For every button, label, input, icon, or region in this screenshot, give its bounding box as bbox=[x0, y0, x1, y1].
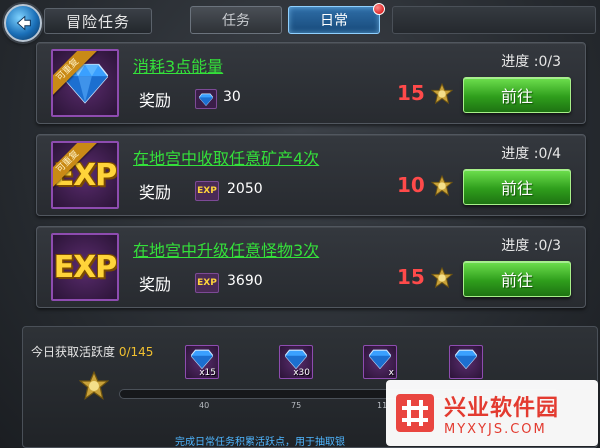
task-icon-box: EXP bbox=[51, 233, 119, 301]
reward-gem-icon bbox=[195, 89, 217, 109]
reward-value: 3690 bbox=[227, 273, 263, 289]
milestone-tick: 40 bbox=[199, 401, 210, 410]
milestone-qty: x30 bbox=[293, 368, 310, 378]
header-plate bbox=[392, 6, 596, 34]
gem-icon bbox=[455, 349, 477, 369]
reward-value: 2050 bbox=[227, 181, 263, 197]
activity-star-icon bbox=[431, 267, 453, 289]
game-screen: 冒险任务 任务 日常 可重复 消耗3点能量 进度 :0/3 奖励 30 15 前… bbox=[0, 0, 600, 448]
notification-dot bbox=[373, 3, 385, 15]
milestone-tick: 75 bbox=[291, 401, 302, 410]
activity-label: 今日获取活跃度 0/145 bbox=[31, 343, 153, 360]
task-progress: 进度 :0/4 bbox=[501, 146, 561, 162]
back-arrow-icon bbox=[16, 15, 31, 31]
gem-icon bbox=[369, 349, 391, 369]
activity-value: 0/145 bbox=[118, 345, 154, 359]
activity-label-text: 今日获取活跃度 bbox=[31, 345, 116, 359]
milestone-qty: x15 bbox=[199, 368, 216, 378]
tab-task-label: 任务 bbox=[222, 13, 250, 29]
site-watermark: 兴业软件园 MYXYJS.COM bbox=[386, 380, 598, 446]
go-button[interactable]: 前往 bbox=[463, 261, 571, 297]
go-button[interactable]: 前往 bbox=[463, 77, 571, 113]
task-title[interactable]: 在地宫中收取任意矿产4次 bbox=[133, 145, 319, 169]
activity-points: 15 bbox=[397, 81, 425, 105]
reward-label: 奖励 bbox=[139, 183, 172, 202]
task-progress: 进度 :0/3 bbox=[501, 54, 561, 70]
tab-daily[interactable]: 日常 bbox=[288, 3, 385, 34]
reward-exp-icon: EXP bbox=[195, 181, 219, 201]
tab-task[interactable]: 任务 bbox=[190, 6, 282, 34]
activity-star-icon bbox=[431, 83, 453, 105]
task-icon-box: EXP 可重复 bbox=[51, 141, 119, 209]
activity-points: 15 bbox=[397, 265, 425, 289]
milestone-chest[interactable] bbox=[449, 345, 483, 379]
task-card: EXP 可重复 在地宫中收取任意矿产4次 进度 :0/4 奖励 EXP 2050… bbox=[36, 134, 586, 216]
reward-value: 30 bbox=[223, 89, 241, 105]
task-card: 可重复 消耗3点能量 进度 :0/3 奖励 30 15 前往 bbox=[36, 42, 586, 124]
watermark-url: MYXYJS.COM bbox=[444, 421, 547, 437]
page-title: 冒险任务 bbox=[44, 8, 152, 34]
task-title[interactable]: 在地宫中升级任意怪物3次 bbox=[133, 237, 319, 261]
go-button[interactable]: 前往 bbox=[463, 169, 571, 205]
task-card: EXP 在地宫中升级任意怪物3次 进度 :0/3 奖励 EXP 3690 15 … bbox=[36, 226, 586, 308]
watermark-name: 兴业软件园 bbox=[444, 395, 560, 421]
milestone-chest[interactable]: x30 bbox=[279, 345, 313, 379]
back-button[interactable] bbox=[4, 4, 42, 42]
reward-label: 奖励 bbox=[139, 91, 172, 110]
milestone-chest[interactable]: x15 bbox=[185, 345, 219, 379]
watermark-logo-icon bbox=[396, 394, 434, 432]
reward-label: 奖励 bbox=[139, 275, 172, 294]
gem-icon bbox=[191, 349, 213, 369]
gem-icon bbox=[285, 349, 307, 369]
exp-icon: EXP bbox=[53, 249, 117, 285]
task-icon-box: 可重复 bbox=[51, 49, 119, 117]
task-title[interactable]: 消耗3点能量 bbox=[133, 53, 223, 77]
task-progress: 进度 :0/3 bbox=[501, 238, 561, 254]
activity-footer-note: 完成日常任务积累活跃点，用于抽取银 bbox=[175, 437, 345, 448]
milestone-qty: x bbox=[388, 368, 394, 378]
activity-star-icon bbox=[79, 371, 109, 400]
tab-daily-label: 日常 bbox=[320, 13, 348, 29]
activity-points: 10 bbox=[397, 173, 425, 197]
milestone-chest[interactable]: x bbox=[363, 345, 397, 379]
reward-exp-icon: EXP bbox=[195, 273, 219, 293]
activity-star-icon bbox=[431, 175, 453, 197]
